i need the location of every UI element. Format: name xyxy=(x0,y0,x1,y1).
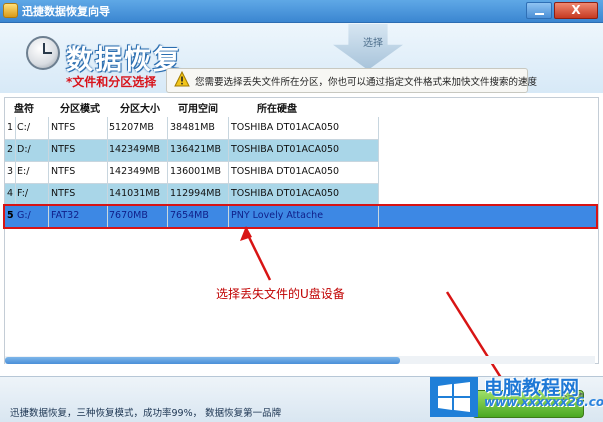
windows-logo-icon xyxy=(430,377,478,417)
footer-text: 迅捷数据恢复，三种恢复模式，成功率99%， 数据恢复第一品牌 xyxy=(10,408,282,419)
scrollbar-thumb[interactable] xyxy=(5,357,400,364)
watermark-url: www.xxxxxx26.com xyxy=(484,395,603,409)
annotation-text: 选择丢失文件的U盘设备 xyxy=(216,287,345,301)
